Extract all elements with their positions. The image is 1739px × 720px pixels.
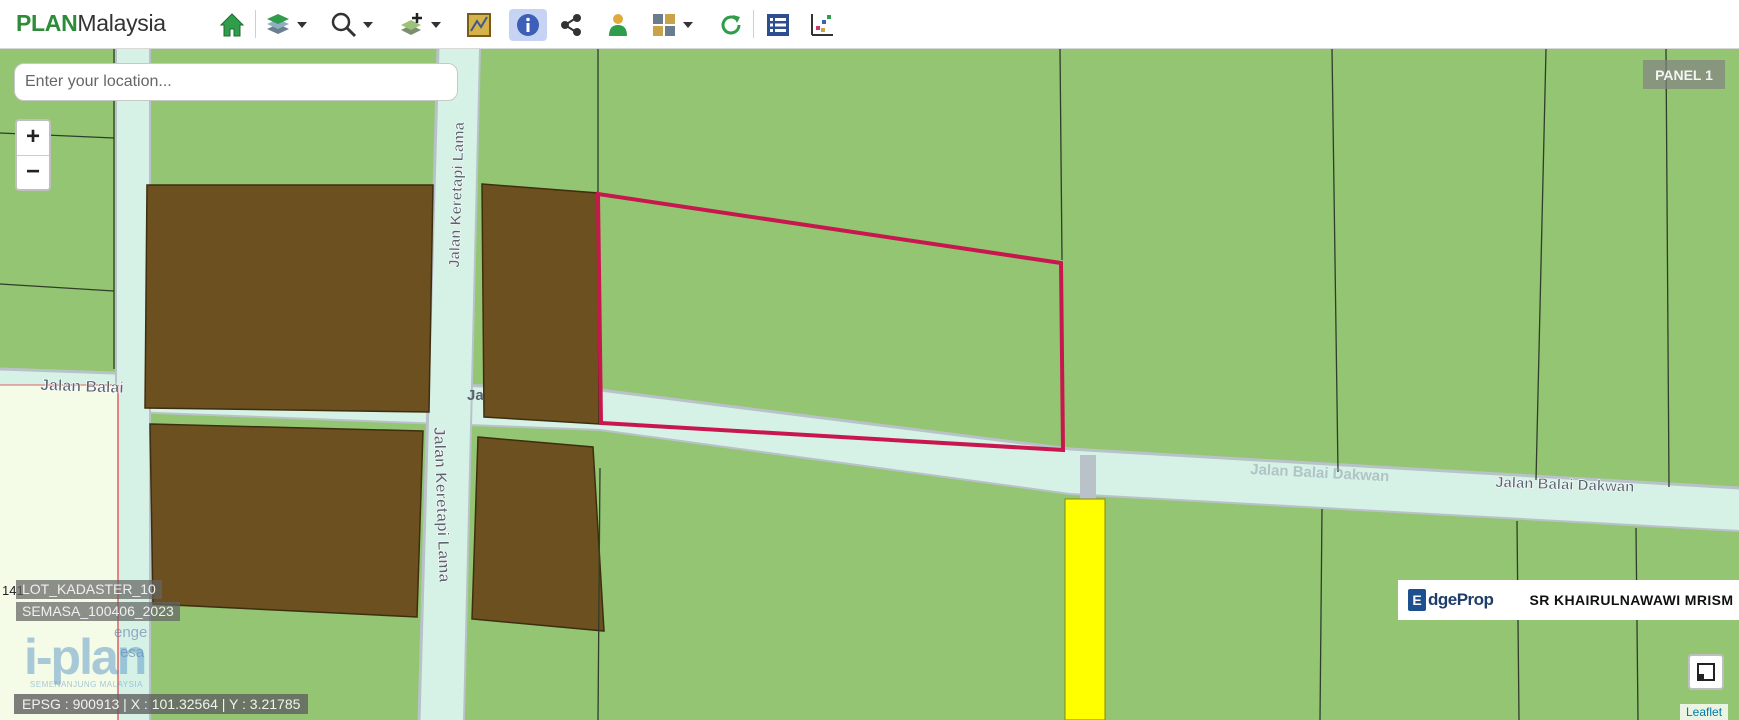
logo-plan-text: PLAN <box>16 10 78 36</box>
chart-icon <box>811 14 833 36</box>
watermark-author: SR KHAIRULNAWAWI MRISM <box>1529 592 1734 608</box>
list-icon <box>767 14 789 36</box>
layers-icon <box>267 14 289 34</box>
coordinate-readout: EPSG : 900913 | X : 101.32564 | Y : 3.21… <box>14 694 309 714</box>
planmalaysia-logo: PLANMalaysia <box>16 10 166 37</box>
person-button[interactable] <box>602 8 634 42</box>
layer-label-semasa: SEMASA_100406_2023 <box>16 602 180 621</box>
refresh-icon <box>721 15 741 35</box>
brown-lot <box>149 423 424 618</box>
layers-button[interactable] <box>262 8 307 42</box>
zoom-tool-button[interactable] <box>328 8 373 42</box>
home-button[interactable] <box>216 8 248 42</box>
brown-lot <box>471 436 605 632</box>
chevron-down-icon <box>363 22 373 28</box>
brown-lot <box>144 184 434 413</box>
grid-button[interactable] <box>648 8 693 42</box>
iplan-logo: i-plan SEMENANJUNG MALAYSIA <box>24 629 147 689</box>
info-icon <box>517 14 539 36</box>
share-icon <box>561 14 581 36</box>
toolbar-divider <box>255 10 256 38</box>
chevron-down-icon <box>683 22 693 28</box>
layer-label-cadastre: LOT_KADASTER_10 <box>16 580 162 599</box>
grid-icon <box>653 14 675 36</box>
refresh-button[interactable] <box>715 8 747 42</box>
panel-badge[interactable]: PANEL 1 <box>1643 60 1725 89</box>
street-label-jalan-balai: Jalan Balai <box>40 377 124 397</box>
zoom-control: + − <box>15 119 51 191</box>
iplan-logo-text: i-plan <box>24 629 147 685</box>
location-search-input[interactable] <box>14 63 458 101</box>
toolbar-divider <box>753 10 754 38</box>
map-sheet-button[interactable] <box>463 8 495 42</box>
fullscreen-button[interactable] <box>1688 654 1724 690</box>
edgeprop-logo-icon: E <box>1408 589 1426 611</box>
zoom-out-button[interactable]: − <box>17 156 49 190</box>
brown-lot <box>481 183 600 425</box>
road-connector <box>1080 455 1096 499</box>
list-button[interactable] <box>762 8 794 42</box>
home-icon <box>219 13 245 37</box>
leaflet-attribution-link[interactable]: Leaflet <box>1680 704 1729 720</box>
zoom-in-button[interactable]: + <box>17 121 49 156</box>
logo-malaysia-text: Malaysia <box>77 10 166 36</box>
person-icon <box>609 14 627 36</box>
yellow-strip <box>1064 498 1106 720</box>
add-layer-icon <box>401 13 422 35</box>
fullscreen-icon <box>1697 663 1715 681</box>
map-sheet-icon <box>467 13 491 37</box>
chart-button[interactable] <box>806 8 838 42</box>
street-label-ja: Ja <box>467 387 484 404</box>
info-button[interactable] <box>509 8 547 42</box>
top-toolbar: PLANMalaysia <box>0 0 1739 49</box>
chevron-down-icon <box>297 22 307 28</box>
chevron-down-icon <box>431 22 441 28</box>
add-layer-button[interactable] <box>396 8 441 42</box>
iplan-tagline: SEMENANJUNG MALAYSIA <box>30 680 143 689</box>
share-button[interactable] <box>555 8 587 42</box>
edgeprop-brand: dgeProp <box>1428 590 1494 609</box>
zoom-icon <box>331 12 357 38</box>
edgeprop-watermark: E dgeProp SR KHAIRULNAWAWI MRISM <box>1398 580 1739 620</box>
